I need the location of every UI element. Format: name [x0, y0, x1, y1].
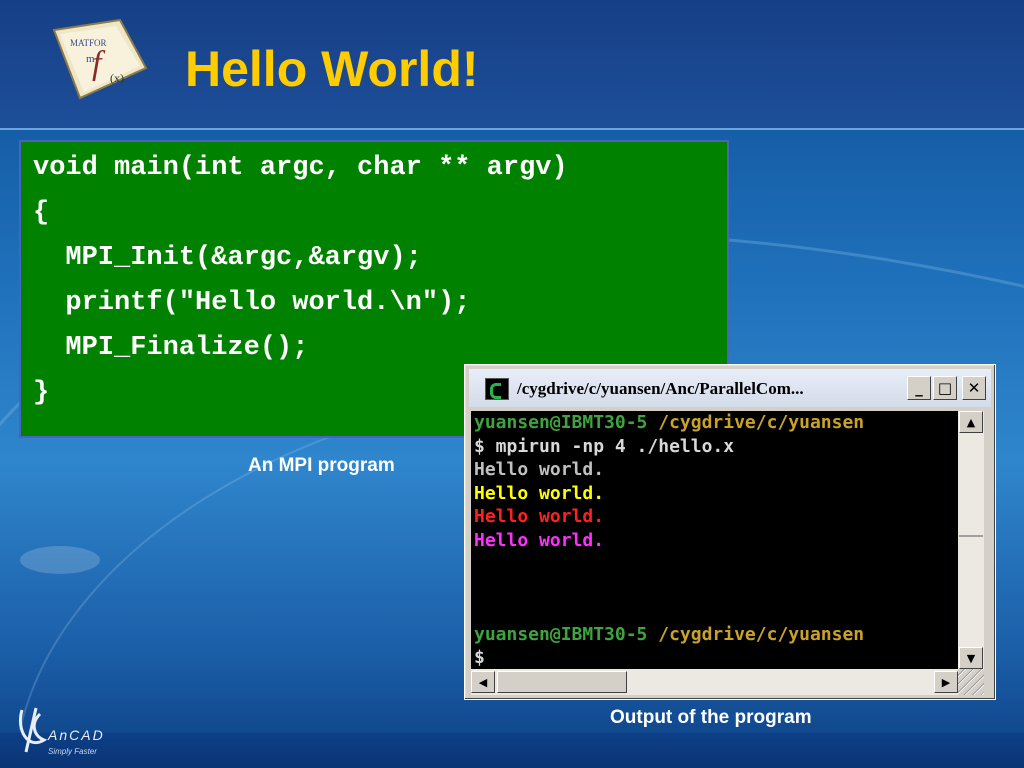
- terminal-line: $: [474, 647, 485, 668]
- close-button[interactable]: ✕: [962, 376, 986, 400]
- console-titlebar[interactable]: /cygdrive/c/yuansen/Anc/ParallelCom... _…: [469, 369, 991, 407]
- terminal-icon[interactable]: [485, 378, 509, 400]
- vertical-scroll-thumb[interactable]: [959, 435, 983, 537]
- close-icon: ✕: [967, 379, 981, 397]
- terminal-line: $ mpirun -np 4 ./hello.x: [474, 435, 735, 457]
- window-title: /cygdrive/c/yuansen/Anc/ParallelCom...: [517, 379, 804, 398]
- scroll-down-icon[interactable]: ▼: [959, 647, 983, 669]
- maximize-icon: □: [937, 379, 953, 397]
- slide-header: [0, 0, 1024, 130]
- code-caption: An MPI program: [248, 455, 395, 476]
- terminal-line: Hello world.: [474, 482, 605, 504]
- horizontal-scroll-thumb[interactable]: [497, 671, 627, 693]
- footer-logo-text: AnCAD: [47, 727, 105, 743]
- scroll-left-icon[interactable]: ◀: [471, 671, 495, 693]
- minimize-icon: _: [915, 379, 923, 397]
- terminal-line: Hello world.: [474, 506, 605, 527]
- footer-tagline: Simply Faster: [48, 747, 97, 756]
- terminal-line: Hello world.: [474, 459, 605, 480]
- code-line: void main(int argc, char ** argv): [33, 153, 568, 183]
- horizontal-scrollbar[interactable]: ◀ ▶: [471, 669, 958, 695]
- terminal-line: yuansen@IBMT30-5 /cygdrive/c/yuansen: [474, 623, 865, 645]
- console-caption: Output of the program: [610, 707, 812, 728]
- maximize-button[interactable]: □: [933, 376, 957, 400]
- logo-mfx-icon: MATFOR f m (x): [52, 18, 148, 100]
- scroll-right-icon[interactable]: ▶: [934, 671, 958, 693]
- terminal-line: yuansen@IBMT30-5 /cygdrive/c/yuansen: [474, 412, 865, 433]
- svg-text:(x): (x): [110, 71, 124, 85]
- footer-bar: [0, 733, 1024, 768]
- code-line: {: [33, 198, 50, 228]
- resize-grip-icon[interactable]: [958, 669, 984, 695]
- console-window[interactable]: /cygdrive/c/yuansen/Anc/ParallelCom... _…: [464, 364, 996, 700]
- code-line: MPI_Init(&argc,&argv);: [33, 243, 422, 273]
- slide-title: Hello World!: [185, 41, 479, 97]
- terminal-line: Hello world.: [474, 529, 605, 551]
- minimize-button[interactable]: _: [907, 376, 931, 400]
- terminal-output[interactable]: yuansen@IBMT30-5 /cygdrive/c/yuansen $ mp…: [471, 411, 958, 669]
- svg-text:m: m: [86, 53, 95, 65]
- ancad-logo-icon: AnCAD Simply Faster: [19, 707, 105, 756]
- vertical-scrollbar[interactable]: ▲ ▼: [958, 411, 984, 669]
- scroll-up-icon[interactable]: ▲: [959, 411, 983, 433]
- code-line: printf("Hello world.\n");: [33, 288, 471, 318]
